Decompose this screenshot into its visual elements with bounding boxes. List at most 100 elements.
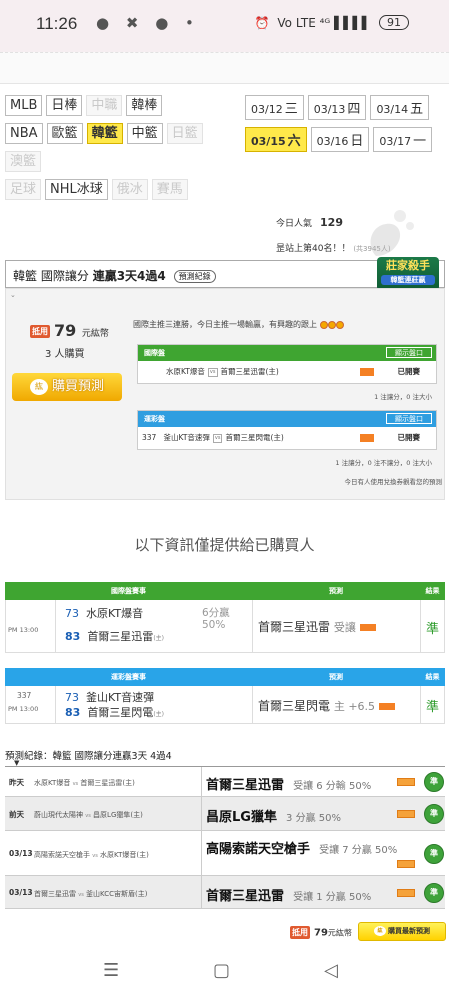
- lottery-result-table: 運彩盤賽事 預測 結果 337 PM 13:00 73 釜山KT音速彈 83 首…: [5, 668, 445, 724]
- system-icons: ⏰ Vo LTE ⁴ᴳ ▌▌▌▌ 91: [254, 15, 409, 30]
- league-tab[interactable]: NHL冰球: [45, 179, 108, 200]
- records-table: 昨天 水原KT爆音 vs 首爾三星迅雷(主) 首爾三星迅雷 受讓 6 分輸 50% 準…: [5, 766, 445, 909]
- lottery-pick-box: 運彩盤 顯示盤口 337 釜山KT音速彈 vs 首爾三星閃電(主) 已開賽: [137, 410, 437, 450]
- league-row: NBA 歐籃 韓籃 中籃 日籃: [5, 123, 235, 144]
- date-chip[interactable]: 03/15 六: [245, 127, 307, 152]
- date-chip[interactable]: 03/17 一: [373, 127, 433, 152]
- records-title: 預測紀錄：韓籃 國際讓分連贏3天 4過4: [5, 751, 172, 762]
- record-pick: 首爾三星迅雷 受讓 6 分輸 50%: [206, 778, 372, 793]
- record-match: 蔚山現代太陽神 vs 昌原LG獵隼(主): [34, 811, 143, 819]
- league-tab[interactable]: NBA: [5, 123, 43, 144]
- popularity-value: 129: [320, 216, 343, 229]
- footer-price: 抵用 79元紘幣: [290, 926, 352, 939]
- odds-tag-icon: [360, 434, 374, 442]
- buy-prediction-button[interactable]: 紘購買預測: [12, 373, 122, 401]
- smile-icon: [319, 320, 328, 329]
- date-chip[interactable]: 03/16 日: [310, 127, 370, 152]
- league-row: 澳籃: [5, 151, 235, 172]
- league-tab[interactable]: 足球: [5, 179, 42, 200]
- record-day: 昨天: [9, 778, 24, 787]
- intl-pick-box: 國際盤 顯示盤口 水原KT爆音 vs 首爾三星迅雷(主) 已開賽: [137, 344, 437, 384]
- show-odds-button[interactable]: 顯示盤口: [386, 347, 432, 358]
- result-hit: 準: [426, 622, 440, 637]
- league-tab[interactable]: 歐籃: [46, 123, 83, 144]
- record-match: 高陽索諾天空槍手 vs 水原KT爆音(主): [34, 851, 149, 859]
- notification-icons: ● ✖ ● •: [96, 14, 200, 32]
- card-market: 國際讓分: [40, 269, 89, 283]
- card-streak: 連贏3天4過4: [92, 269, 166, 283]
- date-chip[interactable]: 03/14 五: [370, 95, 430, 120]
- record-row: 03/13 首爾三星迅雷 vs 釜山KCC宙斯盾(主) 首爾三星迅雷 受讓 1 分贏…: [5, 876, 445, 909]
- date-row: 03/12 三 03/13 四 03/14 五: [245, 95, 445, 120]
- coin-icon: 紘: [374, 926, 386, 936]
- recent-apps-icon[interactable]: ☰: [103, 960, 119, 981]
- back-icon[interactable]: ◁: [324, 960, 338, 981]
- match-status: 已開賽: [397, 367, 421, 376]
- league-tab[interactable]: 韓棒: [126, 95, 163, 116]
- record-pick: 昌原LG獵隼 3 分贏 50%: [206, 810, 341, 825]
- lottery-match-row: 337 釜山KT音速彈 vs 首爾三星閃電(主) 已開賽: [138, 427, 436, 449]
- league-tab[interactable]: 澳籃: [5, 151, 42, 172]
- home-icon[interactable]: ▢: [213, 960, 230, 981]
- buy-latest-button[interactable]: 紘購買最新預測: [358, 922, 446, 941]
- league-row: MLB 日棒 中職 韓棒: [5, 95, 235, 116]
- league-tab[interactable]: 中籃: [126, 123, 163, 144]
- coin-icon: 抵用: [30, 325, 50, 338]
- result-hit-badge: 準: [424, 772, 444, 792]
- show-odds-button[interactable]: 顯示盤口: [386, 413, 432, 424]
- voucher-note: 今日有人使用兌換券觀看您的預測: [344, 478, 443, 486]
- league-row: 足球 NHL冰球 俄冰 賽馬: [5, 179, 235, 200]
- lottery-box-title: 運彩盤: [144, 415, 165, 423]
- smile-icon: [335, 320, 344, 329]
- odds-tag-icon: [360, 368, 374, 376]
- odds-tag-icon: [397, 810, 415, 818]
- league-filter: MLB 日棒 中職 韓棒 NBA 歐籃 韓籃 中籃 日籃 澳籃 足球 NHL冰球 俄冰 賽馬: [5, 95, 235, 207]
- league-tab[interactable]: MLB: [5, 95, 43, 116]
- battery-icon: 91: [379, 15, 409, 30]
- ticket-edge-divider: [0, 52, 449, 84]
- odds-tag-icon: [378, 703, 395, 710]
- record-pick: 首爾三星迅雷 受讓 1 分贏 50%: [206, 889, 372, 904]
- odds-tag-icon: [359, 624, 376, 631]
- record-day: 03/13: [9, 849, 33, 858]
- date-selector: 03/12 三 03/13 四 03/14 五 03/15 六 03/16 日 03/17 一: [245, 95, 445, 159]
- killer-badge: 莊家殺手 韓籃連莊嬴: [377, 257, 439, 291]
- record-row: 03/13 高陽索諾天空槍手 vs 水原KT爆音(主) 高陽索諾天空槍手 受讓 7 …: [5, 831, 445, 876]
- price-amount: 79: [54, 321, 77, 340]
- mascot-watermark-icon: [370, 210, 414, 256]
- match-status: 已開賽: [397, 433, 421, 442]
- league-tab[interactable]: 俄冰: [111, 179, 148, 200]
- league-tab[interactable]: 韓籃: [86, 123, 123, 144]
- date-row: 03/15 六 03/16 日 03/17 一: [245, 127, 445, 152]
- intl-result-table: 國際盤賽事 預測 結果 PM 13:00 73 水原KT爆音 83 首爾三星迅雷…: [5, 582, 445, 653]
- signal-icon: Vo LTE ⁴ᴳ ▌▌▌▌: [277, 15, 371, 30]
- record-day: 前天: [9, 810, 24, 819]
- intl-match-row: 水原KT爆音 vs 首爾三星迅雷(主) 已開賽: [138, 361, 436, 383]
- record-pick: 高陽索諾天空槍手 受讓 7 分贏 50%: [206, 842, 398, 857]
- result-hit-badge: 準: [424, 844, 444, 864]
- league-tab[interactable]: 中職: [86, 95, 123, 116]
- buyer-only-notice: 以下資訊僅提供給已購買人: [134, 536, 315, 554]
- league-tab[interactable]: 日棒: [46, 95, 83, 116]
- record-row: 昨天 水原KT爆音 vs 首爾三星迅雷(主) 首爾三星迅雷 受讓 6 分輸 50% 準: [5, 767, 445, 797]
- record-match: 首爾三星迅雷 vs 釜山KCC宙斯盾(主): [34, 890, 148, 898]
- date-chip[interactable]: 03/13 四: [307, 95, 367, 120]
- alarm-icon: ⏰: [254, 15, 270, 30]
- collapse-icon[interactable]: ⌄: [10, 291, 16, 299]
- record-button[interactable]: 預測紀錄: [173, 270, 216, 283]
- intl-result-row: PM 13:00 73 水原KT爆音 83 首爾三星迅雷(主) 6分贏 50% …: [5, 600, 445, 653]
- smile-icon: [327, 320, 336, 329]
- expert-card-body: ⌄ 抵用 79 元紘幣 3 人購買 紘購買預測 國際主推三連勝，今日主推一場輸贏，…: [5, 288, 445, 500]
- league-tab[interactable]: 日籃: [166, 123, 203, 144]
- odds-tag-icon: [397, 860, 415, 868]
- record-match: 水原KT爆音 vs 首爾三星迅雷(主): [34, 779, 135, 787]
- record-day: 03/13: [9, 888, 33, 897]
- host-note: 國際主推三連勝，今日主推一場輸贏，有興趣的跟上: [133, 319, 344, 330]
- intl-box-title: 國際盤: [144, 349, 165, 357]
- card-league: 韓籃: [13, 269, 38, 283]
- league-tab[interactable]: 賽馬: [151, 179, 188, 200]
- result-hit: 準: [426, 700, 440, 715]
- status-bar: 11:26 ● ✖ ● • ⏰ Vo LTE ⁴ᴳ ▌▌▌▌ 91: [0, 0, 449, 52]
- result-hit-badge: 準: [424, 804, 444, 824]
- date-chip[interactable]: 03/12 三: [245, 95, 304, 120]
